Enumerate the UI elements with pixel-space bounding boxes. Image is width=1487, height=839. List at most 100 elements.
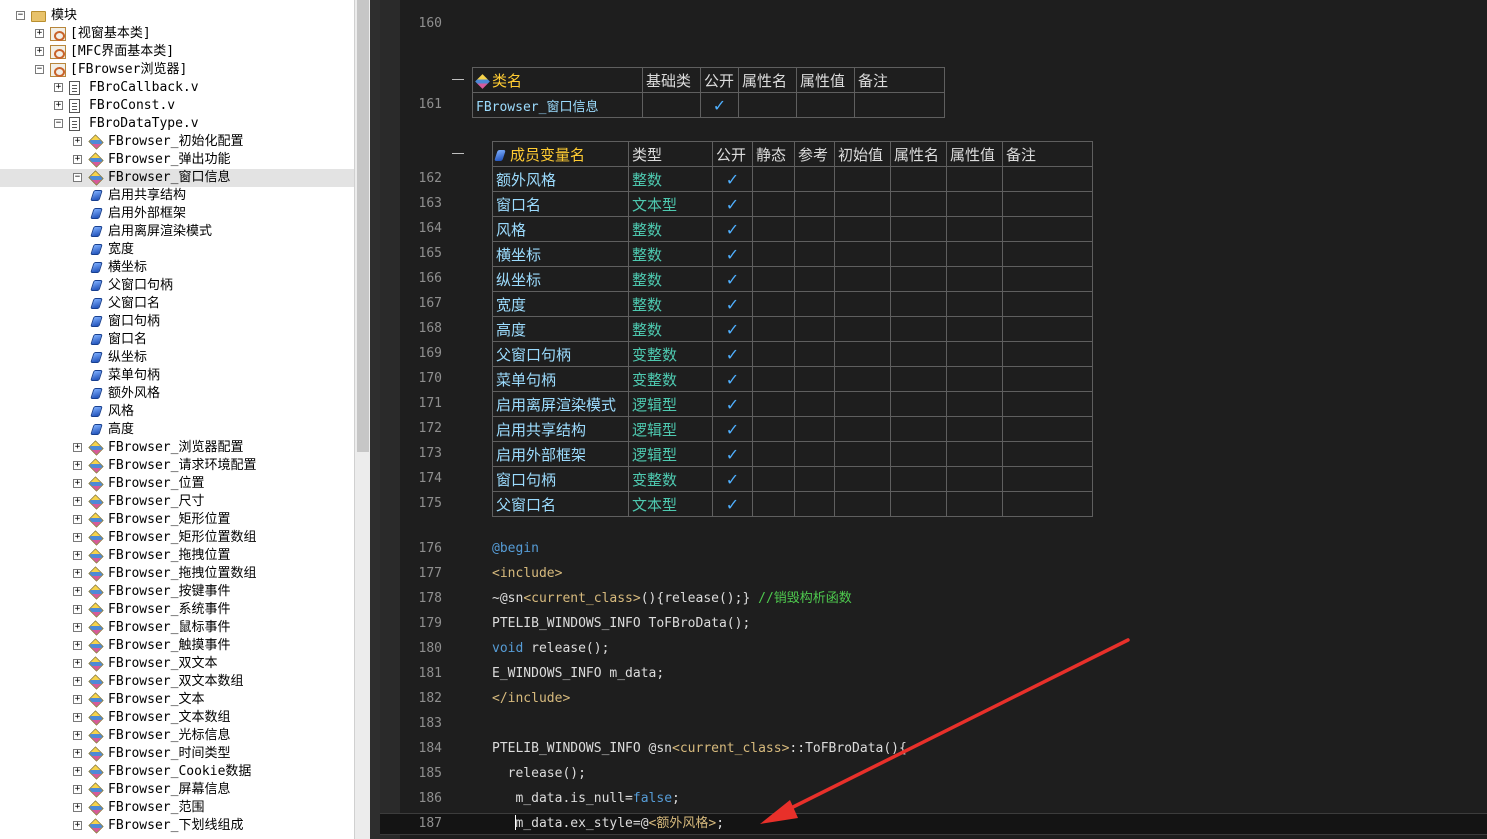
empty-cell[interactable]	[794, 441, 835, 467]
empty-cell[interactable]	[834, 416, 891, 442]
member-type-cell[interactable]: 整数	[628, 291, 713, 317]
empty-cell[interactable]	[1002, 341, 1093, 367]
empty-cell[interactable]	[794, 491, 835, 517]
code-line[interactable]: m_data.ex_style=@<额外风格>;	[492, 814, 724, 834]
member-type-cell[interactable]: 整数	[628, 316, 713, 342]
member-type-cell[interactable]: 逻辑型	[628, 391, 713, 417]
empty-cell[interactable]	[834, 441, 891, 467]
tree-member-item[interactable]: 额外风格	[0, 385, 354, 403]
tree-item[interactable]: − FBrowser_窗口信息	[0, 169, 354, 187]
tree-item[interactable]: + FBrowser_双文本	[0, 655, 354, 673]
empty-cell[interactable]	[752, 241, 795, 267]
empty-cell[interactable]	[834, 491, 891, 517]
empty-cell[interactable]	[794, 216, 835, 242]
member-type-cell[interactable]: 文本型	[628, 491, 713, 517]
expand-toggle-icon[interactable]: +	[73, 677, 82, 686]
public-check-icon[interactable]: ✓	[712, 491, 753, 517]
empty-cell[interactable]	[946, 266, 1003, 292]
expand-toggle-icon[interactable]: +	[73, 731, 82, 740]
empty-cell[interactable]	[752, 291, 795, 317]
expand-toggle-icon[interactable]: +	[73, 713, 82, 722]
empty-cell[interactable]	[890, 341, 947, 367]
empty-cell[interactable]	[752, 416, 795, 442]
tree-item[interactable]: + FBroConst.v	[0, 97, 354, 115]
public-check-icon[interactable]: ✓	[712, 416, 753, 442]
empty-cell[interactable]	[752, 266, 795, 292]
empty-cell[interactable]	[834, 391, 891, 417]
tree-item[interactable]: + FBrowser_初始化配置	[0, 133, 354, 151]
public-check-icon[interactable]: ✓	[712, 391, 753, 417]
empty-cell[interactable]	[794, 391, 835, 417]
expand-toggle-icon[interactable]: +	[73, 569, 82, 578]
empty-cell[interactable]	[1002, 191, 1093, 217]
expand-toggle-icon[interactable]: +	[73, 461, 82, 470]
module-tree[interactable]: − 模块 + [视窗基本类] + [MFC界面基本类] − [FBrowser浏览器] + FBr…	[0, 0, 354, 839]
tree-item[interactable]: + FBrowser_按键事件	[0, 583, 354, 601]
tree-member-item[interactable]: 高度	[0, 421, 354, 439]
member-type-cell[interactable]: 逻辑型	[628, 441, 713, 467]
empty-cell[interactable]	[1002, 266, 1093, 292]
empty-cell[interactable]	[794, 291, 835, 317]
empty-cell[interactable]	[752, 441, 795, 467]
empty-cell[interactable]	[890, 391, 947, 417]
empty-cell[interactable]	[752, 316, 795, 342]
expand-toggle-icon[interactable]: +	[54, 101, 63, 110]
tree-item[interactable]: + FBrowser_鼠标事件	[0, 619, 354, 637]
member-row[interactable]: 启用共享结构 逻辑型 ✓	[492, 416, 1093, 442]
member-name-cell[interactable]: 宽度	[492, 291, 629, 317]
empty-cell[interactable]	[890, 316, 947, 342]
member-row[interactable]: 横坐标 整数 ✓	[492, 241, 1093, 267]
empty-cell[interactable]	[834, 241, 891, 267]
empty-cell[interactable]	[1002, 241, 1093, 267]
empty-cell[interactable]	[752, 391, 795, 417]
tree-member-item[interactable]: 横坐标	[0, 259, 354, 277]
tree-item[interactable]: − FBroDataType.v	[0, 115, 354, 133]
empty-cell[interactable]	[794, 166, 835, 192]
member-row[interactable]: 父窗口句柄 变整数 ✓	[492, 341, 1093, 367]
tree-item[interactable]: + FBrowser_范围	[0, 799, 354, 817]
expand-toggle-icon[interactable]: +	[73, 479, 82, 488]
public-check-icon[interactable]: ✓	[712, 291, 753, 317]
public-check-icon[interactable]: ✓	[712, 316, 753, 342]
empty-cell[interactable]	[946, 316, 1003, 342]
member-type-cell[interactable]: 变整数	[628, 366, 713, 392]
empty-cell[interactable]	[834, 266, 891, 292]
empty-cell[interactable]	[1002, 316, 1093, 342]
tree-item[interactable]: + FBrowser_矩形位置数组	[0, 529, 354, 547]
public-check-icon[interactable]: ✓	[712, 341, 753, 367]
member-name-cell[interactable]: 启用离屏渲染模式	[492, 391, 629, 417]
empty-cell[interactable]	[794, 266, 835, 292]
fold-marker-icon[interactable]	[452, 79, 464, 80]
expand-toggle-icon[interactable]: +	[73, 659, 82, 668]
empty-cell[interactable]	[834, 216, 891, 242]
empty-cell[interactable]	[1002, 491, 1093, 517]
empty-cell[interactable]	[890, 441, 947, 467]
member-row[interactable]: 窗口句柄 变整数 ✓	[492, 466, 1093, 492]
tree-item[interactable]: + FBrowser_触摸事件	[0, 637, 354, 655]
empty-cell[interactable]	[890, 241, 947, 267]
tree-item[interactable]: + FBrowser_位置	[0, 475, 354, 493]
expand-toggle-icon[interactable]: +	[54, 83, 63, 92]
member-name-cell[interactable]: 额外风格	[492, 166, 629, 192]
empty-cell[interactable]	[946, 391, 1003, 417]
empty-cell[interactable]	[752, 491, 795, 517]
tree-item[interactable]: + FBrowser_矩形位置	[0, 511, 354, 529]
member-row[interactable]: 宽度 整数 ✓	[492, 291, 1093, 317]
member-row[interactable]: 高度 整数 ✓	[492, 316, 1093, 342]
tree-item[interactable]: + FBrowser_光标信息	[0, 727, 354, 745]
code-line[interactable]: void release();	[492, 639, 609, 659]
code-line[interactable]: <include>	[492, 564, 562, 584]
empty-cell[interactable]	[752, 341, 795, 367]
expand-toggle-icon[interactable]: +	[73, 587, 82, 596]
tree-item[interactable]: + FBrowser_浏览器配置	[0, 439, 354, 457]
expand-toggle-icon[interactable]: +	[73, 767, 82, 776]
public-check-icon[interactable]: ✓	[712, 266, 753, 292]
code-line[interactable]: </include>	[492, 689, 570, 709]
expand-toggle-icon[interactable]: +	[73, 821, 82, 830]
empty-cell[interactable]	[890, 291, 947, 317]
member-row[interactable]: 风格 整数 ✓	[492, 216, 1093, 242]
code-line[interactable]: PTELIB_WINDOWS_INFO ToFBroData();	[492, 614, 750, 634]
class-table-cell[interactable]	[642, 92, 701, 118]
empty-cell[interactable]	[946, 491, 1003, 517]
tree-member-item[interactable]: 风格	[0, 403, 354, 421]
